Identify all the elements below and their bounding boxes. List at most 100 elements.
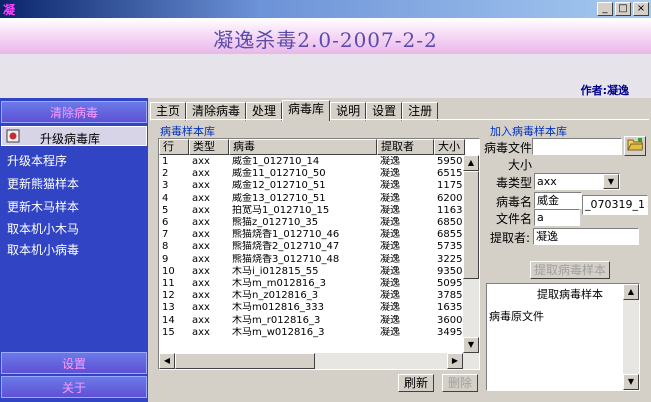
table-cell: 木马m_r012816_3 [232,314,321,326]
table-cell: axx [192,192,210,204]
table-cell: axx [192,180,210,192]
table-cell: 熊猫烧香1_012710_46 [232,229,340,241]
table-row[interactable]: 8 axx 熊猫烧香2_012710_47 凝逸 5735 [159,241,465,253]
banner-title: 凝逸杀毒2.0-2007-2-2 [213,28,438,52]
sidebar-item-panda[interactable]: 更新熊猫样本 [7,175,79,192]
table-row[interactable]: 6 axx 熊猫z_012710_35 凝逸 6850 [159,217,465,229]
file-label: 病毒文件 [484,141,533,155]
virus-name-suffix[interactable]: _070319_1 [582,195,648,215]
browse-button[interactable] [624,136,646,156]
table-row[interactable]: 1 axx 威金1_012710_14 凝逸 5950 [159,156,465,168]
table-cell: 9 [162,253,169,265]
type-dropdown-icon[interactable]: ▼ [603,174,619,189]
table-row[interactable]: 4 axx 威金13_012710_51 凝逸 6200 [159,193,465,205]
scroll-up-button[interactable]: ▲ [463,155,479,171]
filename-input[interactable]: a [534,209,580,226]
memo-vscroll[interactable]: ▲ ▼ [623,284,639,390]
table-cell: axx [192,168,210,180]
table-cell: 4 [162,192,169,204]
table-cell: 木马i_i012815_55 [232,265,319,277]
table-cell: 凝逸 [380,302,400,314]
header-area [0,54,651,98]
extractor-input[interactable]: 凝逸 [533,228,639,245]
name-label: 病毒名 [496,195,533,209]
sample-list[interactable]: 行 类型 病毒 提取者 大小 1 axx 威金1_012710_14 凝逸 5950 2 a… [158,138,480,370]
extract-sample-button[interactable]: 提取病毒样本 [530,261,610,279]
list-hscroll[interactable]: ◀ ▶ [159,353,479,369]
scroll-thumb[interactable] [463,171,479,279]
table-cell: 7 [162,229,169,241]
memo-line-2: 病毒原文件 [489,310,544,323]
virus-file-input[interactable] [532,138,622,155]
table-row[interactable]: 14 axx 木马m_r012816_3 凝逸 3600 [159,315,465,327]
about-button[interactable]: 关于 [1,376,147,398]
table-row[interactable]: 12 axx 木马n_z012816_3 凝逸 3785 [159,290,465,302]
col-extractor[interactable]: 提取者 [377,139,434,155]
table-cell: 威金12_012710_51 [232,180,326,192]
minimize-button[interactable]: _ [597,2,613,16]
sidebar-item-local-virus[interactable]: 取本机小病毒 [7,241,79,258]
clear-virus-button[interactable]: 清除病毒 [1,101,147,123]
table-cell: 凝逸 [380,241,400,253]
table-row[interactable]: 15 axx 木马m_w012816_3 凝逸 3495 [159,327,465,339]
table-row[interactable]: 5 axx 拍宽马1_012710_15 凝逸 1163 [159,205,465,217]
hscroll-thumb[interactable] [175,353,315,369]
table-cell: 6855 [437,229,463,241]
table-cell: axx [192,302,210,314]
delete-button[interactable]: 删除 [442,374,478,392]
update-icon [6,129,20,143]
author-label: 作者:凝逸 [580,84,629,97]
table-row[interactable]: 11 axx 木马m_m012816_3 凝逸 5095 [159,278,465,290]
table-cell: 5950 [437,156,463,167]
tab-library[interactable]: 病毒库 [282,100,331,121]
table-cell: 10 [162,265,175,277]
table-row[interactable]: 3 axx 威金12_012710_51 凝逸 1175 [159,180,465,192]
sidebar-category-update[interactable]: 升级病毒库 [1,126,147,146]
sidebar-item-upgrade[interactable]: 升级本程序 [7,152,67,169]
extractor-label: 提取者: [490,231,531,245]
table-cell: 14 [162,314,175,326]
list-vscroll[interactable]: ▲ ▼ [463,155,479,353]
library-section-title: 病毒样本库 [160,125,215,138]
table-cell: 13 [162,302,175,314]
table-cell: 木马m_m012816_3 [232,278,327,289]
settings-button[interactable]: 设置 [1,352,147,374]
table-row[interactable]: 10 axx 木马i_i012815_55 凝逸 9350 [159,266,465,278]
table-row[interactable]: 9 axx 熊猫烧香3_012710_48 凝逸 3225 [159,254,465,266]
table-cell: axx [192,265,210,277]
col-virus[interactable]: 病毒 [229,139,377,155]
scroll-left-button[interactable]: ◀ [159,353,175,369]
table-cell: 11 [162,278,175,289]
table-cell: 凝逸 [380,229,400,241]
table-row[interactable]: 13 axx 木马m012816_333 凝逸 1635 [159,302,465,314]
size-label: 大小 [508,158,533,172]
refresh-button[interactable]: 刷新 [398,374,434,392]
sidebar-category-label: 升级病毒库 [40,132,101,146]
memo-scroll-down[interactable]: ▼ [623,374,639,390]
table-cell: axx [192,253,210,265]
memo-scroll-up[interactable]: ▲ [623,284,639,300]
maximize-button[interactable]: □ [615,2,631,16]
table-cell: 6515 [437,168,463,180]
table-cell: 凝逸 [380,192,400,204]
type-select[interactable]: axx ▼ [534,173,620,190]
col-size[interactable]: 大小 [434,139,465,155]
table-cell: 1163 [437,204,463,216]
table-cell: 1175 [437,180,463,192]
table-cell: 1 [162,156,169,167]
table-cell: axx [192,204,210,216]
table-cell: 3785 [437,290,463,302]
sidebar-item-trojan[interactable]: 更新木马样本 [7,198,79,215]
table-row[interactable]: 7 axx 熊猫烧香1_012710_46 凝逸 6855 [159,229,465,241]
table-cell: 9350 [437,265,463,277]
table-row[interactable]: 2 axx 威金11_012710_50 凝逸 6515 [159,168,465,180]
sidebar-item-local-trojan[interactable]: 取本机小木马 [7,220,79,237]
close-button[interactable]: × [633,2,649,16]
scroll-right-button[interactable]: ▶ [447,353,463,369]
log-memo[interactable]: 提取病毒样本 病毒原文件 ▲ ▼ [486,283,640,391]
col-row[interactable]: 行 [159,139,189,155]
table-cell: 2 [162,168,169,180]
col-type[interactable]: 类型 [189,139,229,155]
scroll-down-button[interactable]: ▼ [463,337,479,353]
virus-name-input[interactable]: 威金 [534,192,582,209]
